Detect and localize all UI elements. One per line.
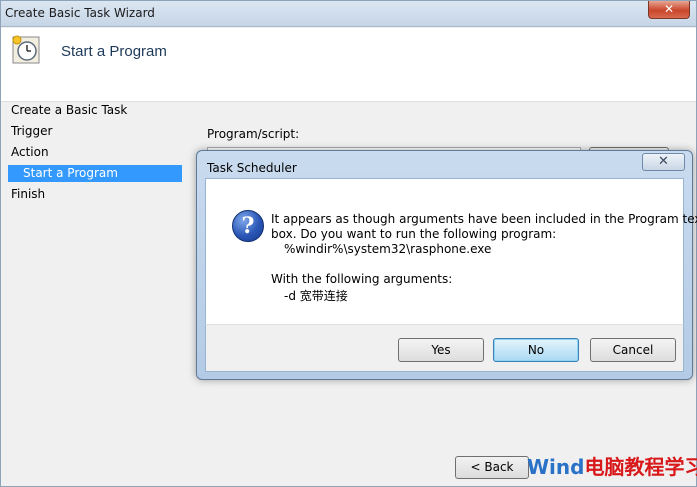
step-finish[interactable]: Finish xyxy=(11,187,45,201)
task-scheduler-dialog: Task Scheduler ✕ ? It appears as though … xyxy=(196,150,697,380)
wizard-header: Start a Program xyxy=(1,28,696,102)
close-icon: ✕ xyxy=(663,2,675,16)
message-line-2: box. Do you want to run the following pr… xyxy=(271,227,557,241)
program-path: %windir%\system32\rasphone.exe xyxy=(284,242,492,256)
cancel-button[interactable]: Cancel xyxy=(590,338,676,362)
clock-icon xyxy=(12,35,40,64)
step-action[interactable]: Action xyxy=(11,145,49,159)
watermark-part1: Wind xyxy=(527,455,585,479)
wizard-title: Create Basic Task Wizard xyxy=(5,6,155,20)
arguments-value: -d 宽带连接 xyxy=(284,289,348,303)
no-button[interactable]: No xyxy=(493,338,579,362)
dialog-title: Task Scheduler xyxy=(207,161,297,175)
step-create-basic-task[interactable]: Create a Basic Task xyxy=(11,103,127,117)
wizard-titlebar[interactable]: Create Basic Task Wizard ✕ xyxy=(1,1,696,27)
dialog-close-button[interactable]: ✕ xyxy=(642,153,685,171)
back-button-label: Back xyxy=(484,460,514,474)
step-start-a-program[interactable]: Start a Program xyxy=(8,165,182,182)
watermark: Wind电脑教程学习网 xyxy=(527,451,697,480)
yes-button[interactable]: Yes xyxy=(398,338,484,362)
step-trigger[interactable]: Trigger xyxy=(11,124,52,138)
dialog-body: ? It appears as though arguments have be… xyxy=(205,178,697,324)
program-script-label: Program/script: xyxy=(207,127,300,141)
message-line-1: It appears as though arguments have been… xyxy=(271,212,697,226)
back-button[interactable]: < Back xyxy=(455,456,529,479)
wizard-close-button[interactable]: ✕ xyxy=(648,1,690,19)
question-icon: ? xyxy=(232,210,264,242)
page-title: Start a Program xyxy=(61,43,167,60)
close-icon: ✕ xyxy=(658,154,669,169)
watermark-part2: 电脑教程学习网 xyxy=(584,455,697,479)
arguments-label: With the following arguments: xyxy=(271,272,453,286)
